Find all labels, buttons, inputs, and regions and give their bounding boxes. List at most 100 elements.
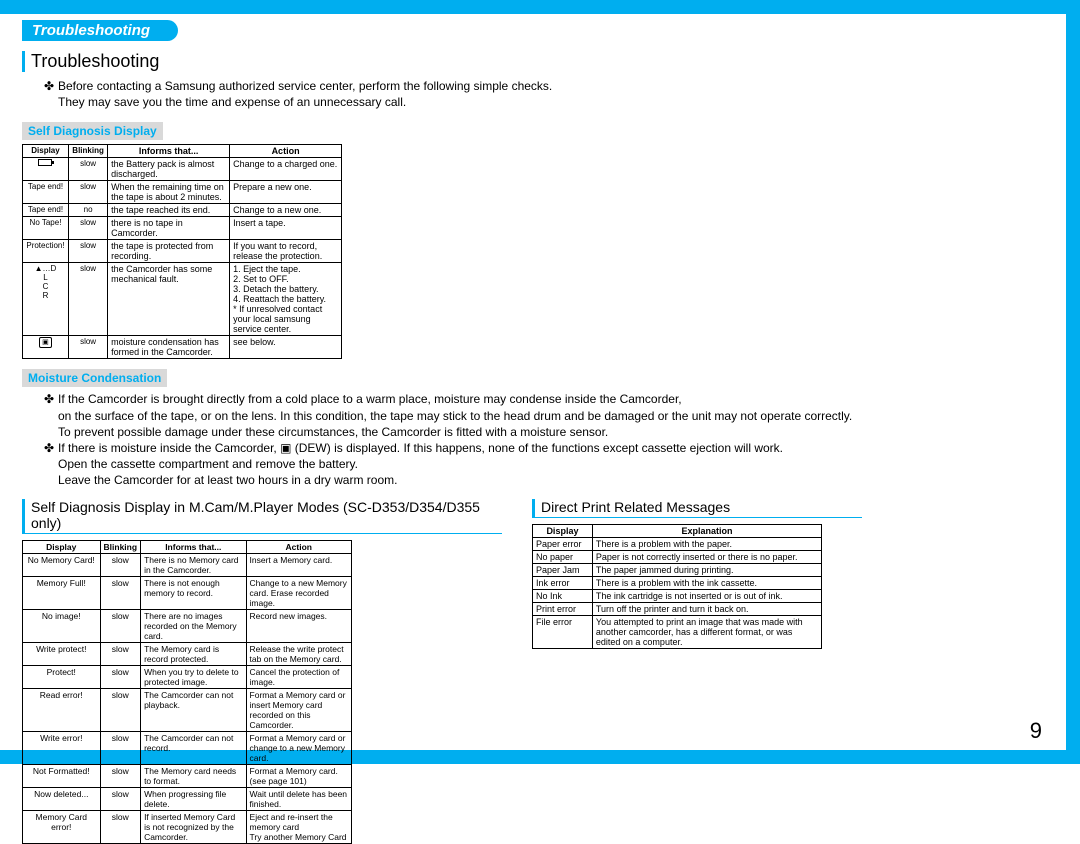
- cell: slow: [68, 263, 107, 336]
- col-header: Explanation: [592, 524, 821, 537]
- table-row: Ink errorThere is a problem with the ink…: [533, 576, 822, 589]
- cell: The Camcorder can not playback.: [141, 688, 246, 731]
- cell: Insert a Memory card.: [246, 553, 351, 576]
- cell: the Battery pack is almost discharged.: [108, 158, 230, 181]
- table-row: No paperPaper is not correctly inserted …: [533, 550, 822, 563]
- cell: Insert a tape.: [230, 217, 342, 240]
- cell: moisture condensation has formed in the …: [108, 336, 230, 359]
- table-row: Print errorTurn off the printer and turn…: [533, 602, 822, 615]
- table-row: No image!slowThere are no images recorde…: [23, 609, 352, 642]
- intro-line-2: They may save you the time and expense o…: [58, 94, 406, 110]
- cell: Change to a new one.: [230, 204, 342, 217]
- cell: Paper Jam: [533, 563, 593, 576]
- cell: there is no tape in Camcorder.: [108, 217, 230, 240]
- table-row: File errorYou attempted to print an imag…: [533, 615, 822, 648]
- cell: There are no images recorded on the Memo…: [141, 609, 246, 642]
- col-header: Blinking: [68, 145, 107, 158]
- cell: No image!: [23, 609, 101, 642]
- subhead-moisture: Moisture Condensation: [22, 369, 167, 387]
- table-row: Tape end!nothe tape reached its end.Chan…: [23, 204, 342, 217]
- section-tab: Troubleshooting: [22, 20, 178, 41]
- table-row: Tape end!slowWhen the remaining time on …: [23, 181, 342, 204]
- table-row: Memory Full!slowThere is not enough memo…: [23, 576, 352, 609]
- cell: Format a Memory card or insert Memory ca…: [246, 688, 351, 731]
- cell: slow: [68, 217, 107, 240]
- cell: There is a problem with the ink cassette…: [592, 576, 821, 589]
- table-row: Write error!slowThe Camcorder can not re…: [23, 731, 352, 764]
- self-diagnosis-table: DisplayBlinkingInforms that...Action slo…: [22, 144, 342, 359]
- cell: Prepare a new one.: [230, 181, 342, 204]
- cell: Format a Memory card. (see page 101): [246, 764, 351, 787]
- page-title: Troubleshooting: [22, 51, 1054, 72]
- cell: slow: [68, 240, 107, 263]
- mc-line: If there is moisture inside the Camcorde…: [58, 440, 783, 456]
- col-header: Display: [23, 540, 101, 553]
- cell: Record new images.: [246, 609, 351, 642]
- cell: No Ink: [533, 589, 593, 602]
- table-row: Now deleted...slowWhen progressing file …: [23, 787, 352, 810]
- cell: The ink cartridge is not inserted or is …: [592, 589, 821, 602]
- cell: Change to a charged one.: [230, 158, 342, 181]
- cell: No paper: [533, 550, 593, 563]
- cell: Memory Card error!: [23, 810, 101, 843]
- cell: the Camcorder has some mechanical fault.: [108, 263, 230, 336]
- cell: slow: [100, 553, 141, 576]
- moisture-block: ✤If the Camcorder is brought directly fr…: [44, 391, 1054, 488]
- cell: Wait until delete has been finished.: [246, 787, 351, 810]
- cell: If you want to record, release the prote…: [230, 240, 342, 263]
- cell: the tape is protected from recording.: [108, 240, 230, 263]
- directprint-table: DisplayExplanation Paper errorThere is a…: [532, 524, 822, 649]
- cell: slow: [68, 158, 107, 181]
- cell: No Memory Card!: [23, 553, 101, 576]
- cell: ▣: [23, 336, 69, 359]
- table-row: No Memory Card!slowThere is no Memory ca…: [23, 553, 352, 576]
- cell: slow: [100, 642, 141, 665]
- cell: Paper error: [533, 537, 593, 550]
- table-row: Not Formatted!slowThe Memory card needs …: [23, 764, 352, 787]
- col-header: Action: [246, 540, 351, 553]
- mc-line: To prevent possible damage under these c…: [58, 424, 608, 440]
- col-header: Blinking: [100, 540, 141, 553]
- cell: When the remaining time on the tape is a…: [108, 181, 230, 204]
- cell: Write error!: [23, 731, 101, 764]
- cell: Ink error: [533, 576, 593, 589]
- cell: slow: [68, 181, 107, 204]
- cell: slow: [100, 810, 141, 843]
- cell: The Memory card is record protected.: [141, 642, 246, 665]
- cell: Now deleted...: [23, 787, 101, 810]
- cell: The Camcorder can not record.: [141, 731, 246, 764]
- page-number: 9: [1030, 718, 1042, 744]
- cell: The Memory card needs to format.: [141, 764, 246, 787]
- cell: ▲…DLCR: [23, 263, 69, 336]
- cell: Tape end!: [23, 204, 69, 217]
- cell: Tape end!: [23, 181, 69, 204]
- table-row: Memory Card error!slowIf inserted Memory…: [23, 810, 352, 843]
- table-row: ▣slowmoisture condensation has formed in…: [23, 336, 342, 359]
- cell: Write protect!: [23, 642, 101, 665]
- table-row: Protect!slowWhen you try to delete to pr…: [23, 665, 352, 688]
- cell: Cancel the protection of image.: [246, 665, 351, 688]
- cell: slow: [68, 336, 107, 359]
- battery-icon: [38, 159, 52, 166]
- cell: There is not enough memory to record.: [141, 576, 246, 609]
- cell: slow: [100, 576, 141, 609]
- table-row: No Tape!slowthere is no tape in Camcorde…: [23, 217, 342, 240]
- cell: Memory Full!: [23, 576, 101, 609]
- mcam-table: DisplayBlinkingInforms that...Action No …: [22, 540, 352, 844]
- table-row: Read error!slowThe Camcorder can not pla…: [23, 688, 352, 731]
- cell: slow: [100, 665, 141, 688]
- cell: Read error!: [23, 688, 101, 731]
- table-row: Paper errorThere is a problem with the p…: [533, 537, 822, 550]
- table-row: Paper JamThe paper jammed during printin…: [533, 563, 822, 576]
- mc-line: on the surface of the tape, or on the le…: [58, 408, 852, 424]
- cell: Change to a new Memory card. Erase recor…: [246, 576, 351, 609]
- mc-line: Open the cassette compartment and remove…: [58, 456, 358, 472]
- cell: The paper jammed during printing.: [592, 563, 821, 576]
- intro-block: ✤Before contacting a Samsung authorized …: [44, 78, 1054, 110]
- table-row: ▲…DLCRslowthe Camcorder has some mechani…: [23, 263, 342, 336]
- cell: the tape reached its end.: [108, 204, 230, 217]
- cell: 1. Eject the tape.2. Set to OFF.3. Detac…: [230, 263, 342, 336]
- col-header: Informs that...: [108, 145, 230, 158]
- subsection-mcam: Self Diagnosis Display in M.Cam/M.Player…: [22, 499, 502, 534]
- cell: slow: [100, 731, 141, 764]
